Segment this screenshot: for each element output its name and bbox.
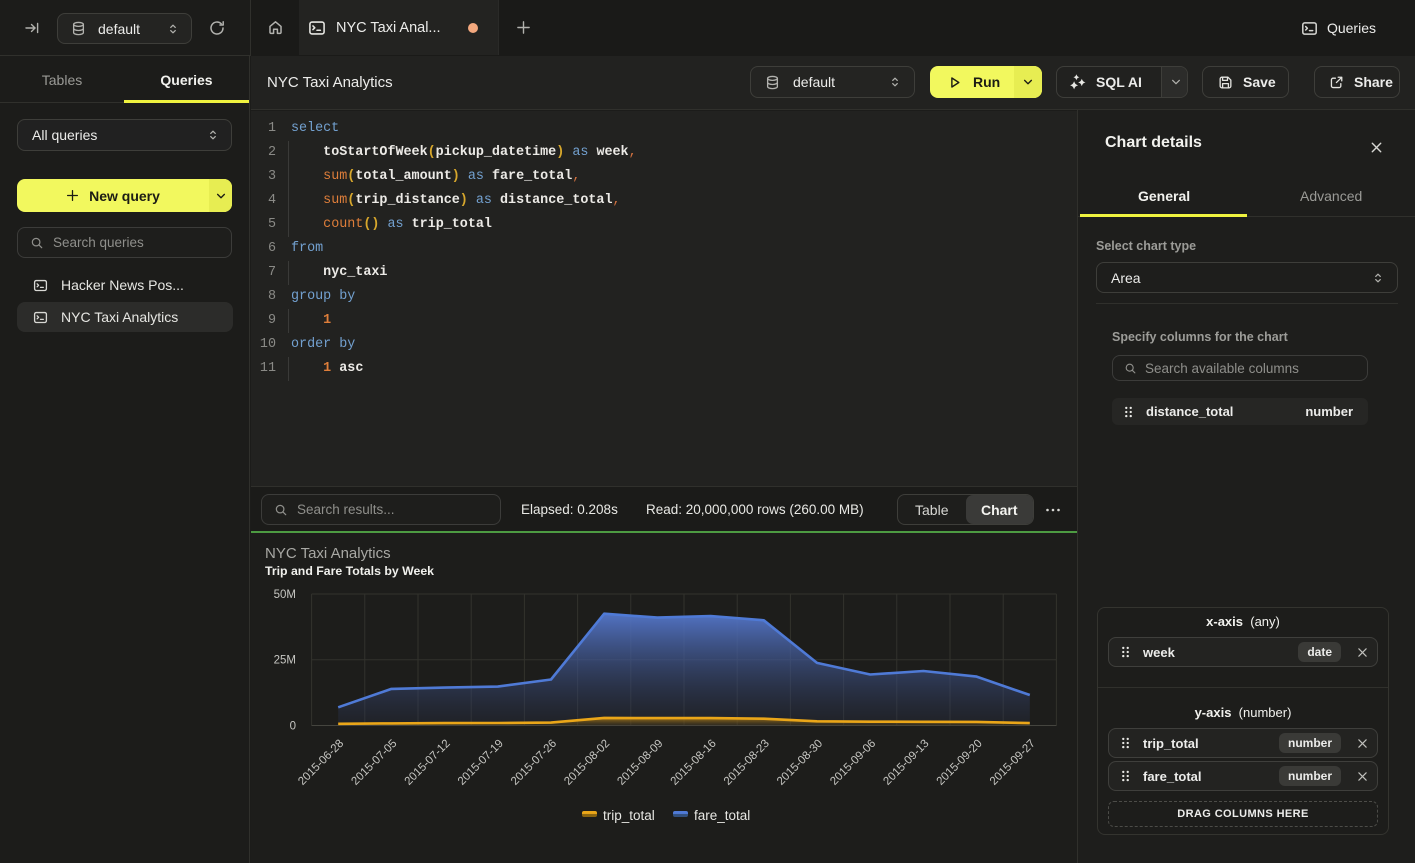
svg-text:2015-08-30: 2015-08-30	[775, 738, 825, 788]
svg-text:2015-09-13: 2015-09-13	[881, 738, 931, 788]
svg-text:2015-07-26: 2015-07-26	[509, 738, 559, 788]
svg-text:25M: 25M	[274, 655, 296, 667]
svg-text:2015-06-28: 2015-06-28	[296, 738, 346, 788]
svg-text:2015-08-16: 2015-08-16	[669, 738, 719, 788]
svg-text:2015-09-20: 2015-09-20	[935, 738, 985, 788]
svg-text:0: 0	[290, 721, 296, 733]
svg-text:2015-07-12: 2015-07-12	[403, 738, 453, 788]
svg-text:2015-09-06: 2015-09-06	[828, 738, 878, 788]
svg-text:fare_total: fare_total	[694, 808, 750, 823]
svg-text:2015-07-05: 2015-07-05	[349, 738, 399, 788]
svg-text:2015-07-19: 2015-07-19	[456, 738, 506, 788]
svg-text:2015-08-02: 2015-08-02	[562, 738, 612, 788]
svg-text:2015-08-09: 2015-08-09	[615, 738, 665, 788]
svg-text:trip_total: trip_total	[603, 808, 655, 823]
svg-text:2015-09-27: 2015-09-27	[988, 738, 1038, 788]
svg-text:50M: 50M	[274, 589, 296, 601]
svg-text:2015-08-23: 2015-08-23	[722, 738, 772, 788]
